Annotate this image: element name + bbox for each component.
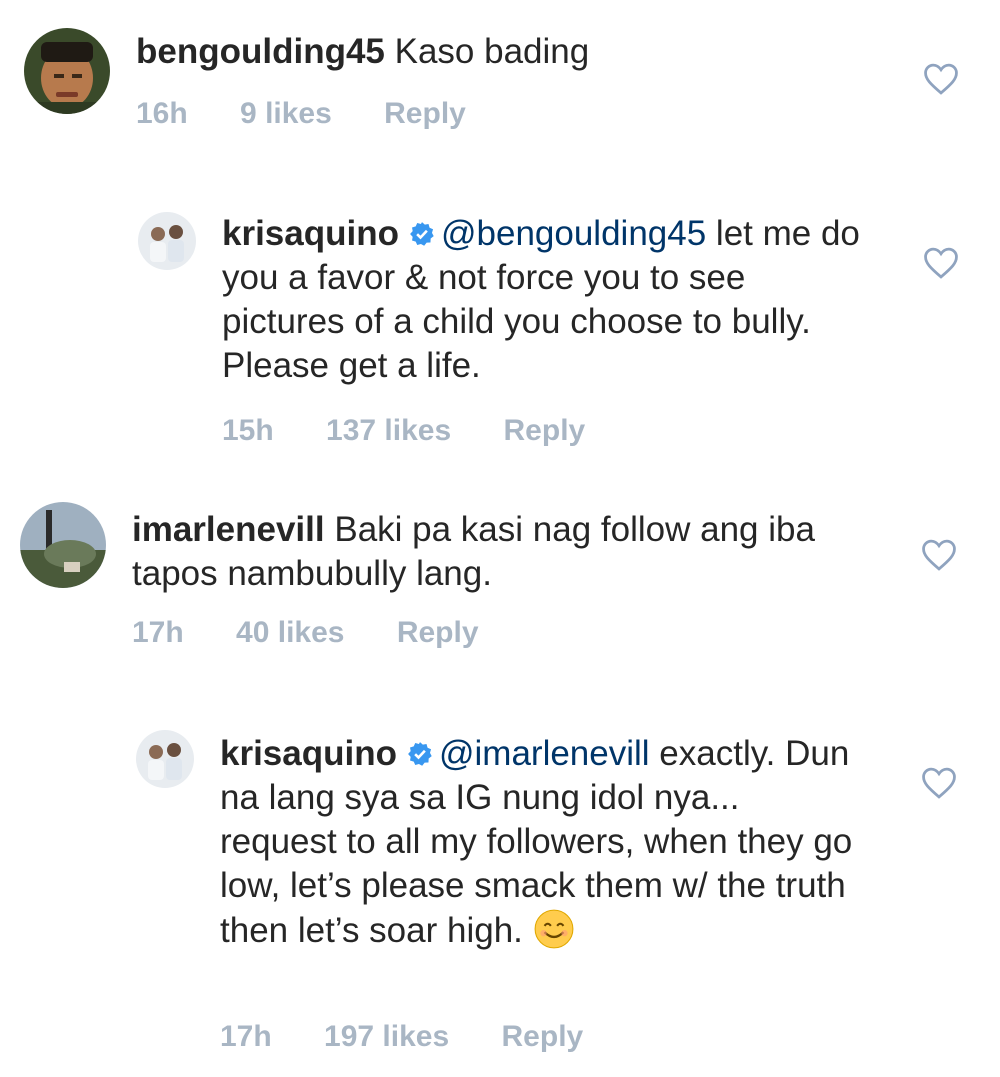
reply-button[interactable]: Reply bbox=[502, 1020, 584, 1053]
verified-badge-icon bbox=[410, 222, 434, 246]
comment-text: Kaso bading bbox=[394, 32, 590, 71]
verified-badge-icon bbox=[408, 742, 432, 766]
avatar-man-photo-icon bbox=[24, 28, 110, 114]
reply-button[interactable]: Reply bbox=[384, 97, 466, 130]
avatar[interactable] bbox=[136, 730, 194, 788]
likes-count[interactable]: 197 likes bbox=[324, 1020, 449, 1053]
mention-link[interactable]: @bengoulding45 bbox=[441, 214, 706, 253]
likes-count[interactable]: 40 likes bbox=[236, 616, 344, 649]
avatar-family-photo-icon bbox=[138, 212, 196, 270]
comment-1: bengoulding45 Kaso bading 16h 9 likes Re… bbox=[0, 0, 1000, 150]
timestamp[interactable]: 17h bbox=[132, 616, 184, 649]
comment-meta: 17h 197 likes Reply bbox=[220, 1020, 627, 1054]
heart-icon[interactable] bbox=[922, 246, 960, 280]
timestamp[interactable]: 15h bbox=[222, 414, 274, 447]
comment-body: imarlenevill Baki pa kasi nag follow ang… bbox=[132, 508, 872, 596]
comment-body: bengoulding45 Kaso bading bbox=[136, 30, 876, 74]
likes-count[interactable]: 9 likes bbox=[240, 97, 332, 130]
avatar-family-photo-icon bbox=[136, 730, 194, 788]
timestamp[interactable]: 17h bbox=[220, 1020, 272, 1053]
avatar-landscape-photo-icon bbox=[20, 502, 106, 588]
comment-meta: 16h 9 likes Reply bbox=[136, 97, 510, 131]
avatar[interactable] bbox=[20, 502, 106, 588]
reply-button[interactable]: Reply bbox=[504, 414, 586, 447]
comment-body: krisaquino @imarlenevill exactly. Dun na … bbox=[220, 732, 860, 953]
reply-comment-2: krisaquino @imarlenevill exactly. Dun na … bbox=[0, 712, 1000, 1077]
comment-2: imarlenevill Baki pa kasi nag follow ang… bbox=[0, 490, 1000, 690]
comment-meta: 15h 137 likes Reply bbox=[222, 414, 629, 448]
username[interactable]: krisaquino bbox=[220, 734, 397, 773]
likes-count[interactable]: 137 likes bbox=[326, 414, 451, 447]
comment-body: krisaquino @bengoulding45 let me do you a… bbox=[222, 212, 862, 388]
avatar[interactable] bbox=[24, 28, 110, 114]
comment-meta: 17h 40 likes Reply bbox=[132, 616, 523, 650]
reply-comment-1: krisaquino @bengoulding45 let me do you a… bbox=[0, 190, 1000, 470]
timestamp[interactable]: 16h bbox=[136, 97, 188, 130]
username[interactable]: bengoulding45 bbox=[136, 32, 385, 71]
heart-icon[interactable] bbox=[920, 538, 958, 572]
username[interactable]: imarlenevill bbox=[132, 510, 325, 549]
heart-icon[interactable] bbox=[922, 62, 960, 96]
smiling-face-emoji-icon bbox=[534, 909, 574, 949]
mention-link[interactable]: @imarlenevill bbox=[439, 734, 650, 773]
username[interactable]: krisaquino bbox=[222, 214, 399, 253]
reply-button[interactable]: Reply bbox=[397, 616, 479, 649]
avatar[interactable] bbox=[138, 212, 196, 270]
heart-icon[interactable] bbox=[920, 766, 958, 800]
